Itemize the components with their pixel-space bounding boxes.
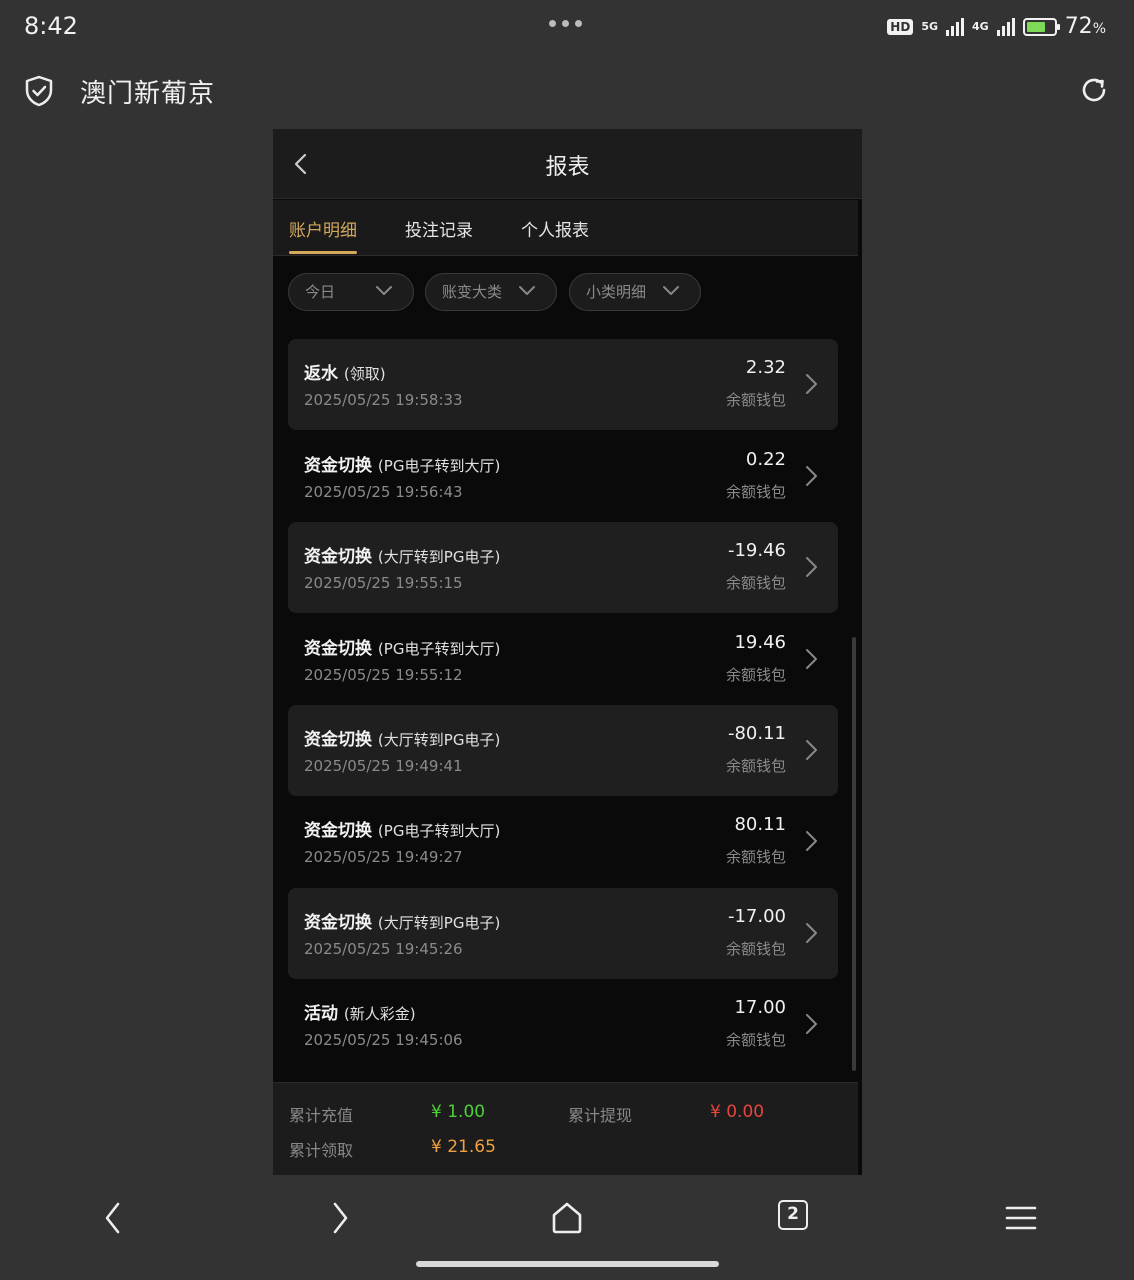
record-type: 资金切换 (大厅转到PG电子): [304, 913, 501, 933]
record-item[interactable]: 资金切换 (PG电子转到大厅) 2025/05/25 19:55:12 19.4…: [288, 614, 838, 705]
record-wallet: 余额钱包: [725, 848, 786, 866]
tab-bet-records[interactable]: 投注记录: [405, 216, 473, 241]
reload-icon[interactable]: [1078, 74, 1110, 106]
record-type: 资金切换 (PG电子转到大厅): [304, 821, 501, 841]
record-wallet: 余额钱包: [725, 757, 786, 775]
claim-total-value: ¥ 21.65: [431, 1137, 496, 1157]
record-wallet: 余额钱包: [725, 666, 786, 684]
claim-total-label: 累计领取: [289, 1141, 354, 1160]
tab-bar: 账户明细 投注记录 个人报表: [273, 200, 858, 256]
record-time: 2025/05/25 19:58:33: [304, 391, 463, 409]
site-title: 澳门新葡京: [80, 79, 216, 109]
chevron-right-icon: [806, 740, 817, 760]
record-time: 2025/05/25 19:55:12: [304, 666, 463, 684]
hd-icon: HD: [887, 18, 914, 35]
signal-icon: [946, 17, 964, 36]
shield-check-icon[interactable]: [24, 75, 54, 107]
record-wallet: 余额钱包: [725, 940, 786, 958]
tab-account-details[interactable]: 账户明细: [289, 216, 357, 241]
withdraw-total-value: ¥ 0.00: [710, 1102, 765, 1122]
record-type: 活动 (新人彩金): [304, 1004, 416, 1024]
record-amount: 17.00: [734, 997, 786, 1018]
active-tab-indicator: [289, 251, 357, 254]
record-item[interactable]: 活动 (新人彩金) 2025/05/25 19:45:06 17.00 余额钱包: [288, 979, 838, 1070]
withdraw-total-label: 累计提现: [568, 1106, 633, 1125]
record-time: 2025/05/25 19:49:41: [304, 757, 463, 775]
chevron-right-icon: [806, 1014, 817, 1034]
page-title: 报表: [545, 155, 590, 180]
record-amount: -80.11: [727, 723, 786, 744]
report-app: 报表 账户明细 投注记录 个人报表 今日 账变大类 小类明细 返水 (领取) 2…: [273, 129, 862, 1175]
filter-category-dropdown[interactable]: 账变大类: [425, 273, 557, 311]
record-amount: -17.00: [727, 906, 786, 927]
status-bar: 8:42 HD 5G 4G 72%: [0, 0, 1134, 56]
filter-subcategory-dropdown[interactable]: 小类明细: [569, 273, 701, 311]
browser-back-icon[interactable]: [93, 1198, 133, 1238]
chevron-right-icon: [806, 923, 817, 943]
home-icon[interactable]: [547, 1198, 587, 1238]
home-indicator[interactable]: [416, 1261, 719, 1267]
record-amount: 0.22: [745, 449, 786, 470]
record-time: 2025/05/25 19:55:15: [304, 574, 463, 592]
record-time: 2025/05/25 19:56:43: [304, 483, 463, 501]
chevron-down-icon: [519, 286, 535, 295]
browser-bottom-nav: 2: [0, 1180, 1134, 1280]
record-item[interactable]: 资金切换 (大厅转到PG电子) 2025/05/25 19:55:15 -19.…: [288, 522, 838, 613]
menu-icon[interactable]: [1001, 1198, 1041, 1238]
battery-percent: 72%: [1064, 14, 1106, 39]
record-type: 资金切换 (大厅转到PG电子): [304, 547, 501, 567]
browser-header: 澳门新葡京: [0, 56, 1134, 126]
record-item[interactable]: 资金切换 (大厅转到PG电子) 2025/05/25 19:45:26 -17.…: [288, 888, 838, 979]
filter-date-label: 今日: [305, 283, 336, 301]
filter-subcategory-label: 小类明细: [586, 283, 647, 301]
record-wallet: 余额钱包: [725, 1031, 786, 1049]
record-amount: 19.46: [734, 632, 786, 653]
chevron-right-icon: [806, 466, 817, 486]
chevron-right-icon: [806, 374, 817, 394]
record-item[interactable]: 资金切换 (PG电子转到大厅) 2025/05/25 19:56:43 0.22…: [288, 431, 838, 522]
chevron-down-icon: [663, 286, 679, 295]
battery-icon: [1022, 17, 1060, 36]
record-type: 资金切换 (大厅转到PG电子): [304, 730, 501, 750]
record-type: 返水 (领取): [304, 364, 386, 384]
tab-personal-report[interactable]: 个人报表: [521, 216, 589, 241]
recharge-total-label: 累计充值: [289, 1106, 354, 1125]
record-type: 资金切换 (PG电子转到大厅): [304, 456, 501, 476]
record-wallet: 余额钱包: [725, 574, 786, 592]
record-amount: 2.32: [745, 357, 786, 378]
chevron-down-icon: [376, 286, 392, 295]
network-5g-label: 5G: [921, 20, 938, 33]
chevron-right-icon: [806, 649, 817, 669]
app-header: 报表: [273, 129, 862, 199]
status-indicators: HD 5G 4G 72%: [887, 14, 1106, 39]
record-amount: -19.46: [727, 540, 786, 561]
filter-date-dropdown[interactable]: 今日: [288, 273, 414, 311]
status-time: 8:42: [24, 12, 78, 40]
filter-bar: 今日 账变大类 小类明细: [273, 257, 858, 331]
record-item[interactable]: 资金切换 (大厅转到PG电子) 2025/05/25 19:49:41 -80.…: [288, 705, 838, 796]
record-time: 2025/05/25 19:49:27: [304, 848, 463, 866]
more-dots-icon: [549, 20, 582, 27]
chevron-right-icon: [806, 831, 817, 851]
record-wallet: 余额钱包: [725, 483, 786, 501]
chevron-right-icon: [806, 557, 817, 577]
record-type: 资金切换 (PG电子转到大厅): [304, 639, 501, 659]
filter-category-label: 账变大类: [442, 283, 503, 301]
browser-forward-icon[interactable]: [320, 1198, 360, 1238]
record-time: 2025/05/25 19:45:06: [304, 1031, 463, 1049]
record-item[interactable]: 资金切换 (PG电子转到大厅) 2025/05/25 19:49:27 80.1…: [288, 796, 838, 887]
record-amount: 80.11: [734, 814, 786, 835]
record-item[interactable]: 返水 (领取) 2025/05/25 19:58:33 2.32 余额钱包: [288, 339, 838, 430]
scrollbar[interactable]: [852, 637, 856, 1071]
tabs-count-button[interactable]: 2: [778, 1200, 808, 1230]
network-4g-label: 4G: [972, 20, 989, 33]
record-time: 2025/05/25 19:45:26: [304, 940, 463, 958]
signal-icon: [996, 17, 1015, 36]
record-wallet: 余额钱包: [725, 391, 786, 409]
recharge-total-value: ¥ 1.00: [431, 1102, 486, 1122]
summary-panel: 累计充值 ¥ 1.00 累计提现 ¥ 0.00 累计领取 ¥ 21.65: [273, 1082, 858, 1175]
